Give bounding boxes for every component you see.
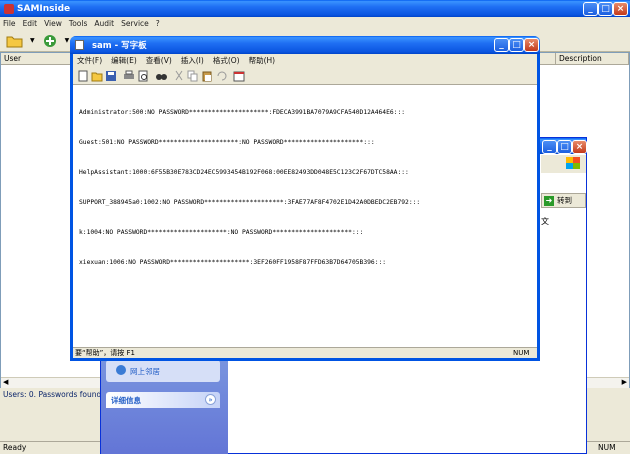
menu-bar: File Edit View Tools Audit Service ? — [0, 17, 630, 30]
text-line: Administrator:500:NO PASSWORD***********… — [79, 109, 406, 116]
goto-label: 转到 — [557, 196, 572, 205]
explorer-toolbar — [541, 155, 586, 173]
status-text: Ready — [3, 443, 27, 452]
cut-icon[interactable] — [173, 70, 185, 82]
import-icon[interactable] — [41, 33, 59, 49]
menu-service[interactable]: Service — [121, 19, 149, 28]
paste-icon[interactable] — [201, 70, 213, 82]
text-line: SUPPORT_388945a0:1002:NO PASSWORD*******… — [79, 199, 421, 206]
wordpad-menu-bar: 文件(F) 编辑(E) 查看(V) 插入(I) 格式(O) 帮助(H) — [73, 54, 537, 67]
text-line: k:1004:NO PASSWORD*********************:… — [79, 229, 364, 236]
wordpad-minimize-button[interactable]: _ — [494, 38, 509, 52]
wordpad-window: sam - 写字板 _ □ × 文件(F) 编辑(E) 查看(V) 插入(I) … — [70, 36, 540, 361]
menu-edit[interactable]: Edit — [23, 19, 38, 28]
saminside-title-bar[interactable]: SAMInside _ □ × — [0, 0, 630, 17]
wordpad-maximize-button[interactable]: □ — [509, 38, 524, 52]
save-icon[interactable] — [105, 70, 117, 82]
scroll-right-icon[interactable]: ▶ — [622, 378, 627, 386]
menu-edit-cn[interactable]: 编辑(E) — [111, 55, 137, 66]
column-description[interactable]: Description — [556, 53, 629, 65]
document-icon — [75, 40, 84, 50]
side-links-panel: 网上邻居 — [106, 360, 220, 382]
menu-help[interactable]: ? — [156, 19, 160, 28]
wordpad-title-bar[interactable]: sam - 写字板 _ □ × — [70, 36, 540, 54]
menu-format-cn[interactable]: 格式(O) — [213, 55, 240, 66]
wordpad-status-num: NUM — [513, 349, 530, 357]
windows-logo-icon — [566, 157, 580, 169]
expand-chevron-icon[interactable]: » — [205, 394, 216, 405]
network-places-link[interactable]: 网上邻居 — [130, 366, 160, 377]
find-icon[interactable] — [155, 70, 167, 82]
menu-view[interactable]: View — [44, 19, 62, 28]
close-button[interactable]: × — [613, 2, 628, 16]
menu-tools[interactable]: Tools — [69, 19, 87, 28]
print-icon[interactable] — [123, 70, 135, 82]
wordpad-title: sam - 写字板 — [92, 41, 147, 51]
details-header[interactable]: 详细信息 » — [106, 392, 220, 408]
menu-insert-cn[interactable]: 插入(I) — [181, 55, 204, 66]
goto-arrow-icon: ➜ — [544, 195, 554, 206]
menu-view-cn[interactable]: 查看(V) — [146, 55, 172, 66]
partial-text: 文 — [541, 217, 549, 226]
explorer-sidebar: 网上邻居 详细信息 » — [101, 354, 228, 454]
wordpad-toolbar — [73, 67, 537, 85]
dropdown-arrow-icon[interactable]: ▼ — [65, 37, 70, 44]
scroll-left-icon[interactable]: ◀ — [3, 378, 8, 386]
wordpad-status-bar: 要“帮助”，请按 F1 NUM — [73, 347, 537, 358]
minimize-button[interactable]: _ — [583, 2, 598, 16]
text-line: xiexuan:1006:NO PASSWORD****************… — [79, 259, 387, 266]
text-line: HelpAssistant:1000:6F55B30E783CD24EC5993… — [79, 169, 409, 176]
network-places-icon — [116, 365, 126, 375]
insert-date-icon[interactable] — [233, 70, 245, 82]
menu-audit[interactable]: Audit — [94, 19, 114, 28]
help-hint: 要“帮助”，请按 F1 — [75, 349, 135, 357]
document-text-area[interactable]: Administrator:500:NO PASSWORD***********… — [79, 88, 529, 343]
status-num: NUM — [598, 443, 616, 452]
explorer-close-button[interactable]: × — [572, 140, 587, 154]
menu-file-cn[interactable]: 文件(F) — [77, 55, 102, 66]
menu-file[interactable]: File — [3, 19, 16, 28]
explorer-minimize-button[interactable]: _ — [542, 140, 557, 154]
maximize-button[interactable]: □ — [598, 2, 613, 16]
menu-help-cn[interactable]: 帮助(H) — [249, 55, 276, 66]
dropdown-arrow-icon[interactable]: ▼ — [30, 37, 35, 44]
app-icon — [4, 3, 14, 14]
details-label: 详细信息 — [111, 396, 141, 405]
wordpad-close-button[interactable]: × — [524, 38, 539, 52]
copy-icon[interactable] — [187, 70, 199, 82]
undo-icon[interactable] — [215, 70, 227, 82]
text-line: Guest:501:NO PASSWORD*******************… — [79, 139, 375, 146]
goto-button[interactable]: ➜ 转到 — [541, 193, 586, 208]
open-icon[interactable] — [91, 70, 103, 82]
window-title: SAMInside — [17, 3, 71, 14]
print-preview-icon[interactable] — [137, 70, 149, 82]
new-document-icon[interactable] — [77, 70, 89, 82]
open-folder-icon[interactable] — [6, 33, 24, 49]
users-info: Users: 0. Passwords found — [3, 390, 100, 399]
explorer-maximize-button[interactable]: □ — [557, 140, 572, 154]
